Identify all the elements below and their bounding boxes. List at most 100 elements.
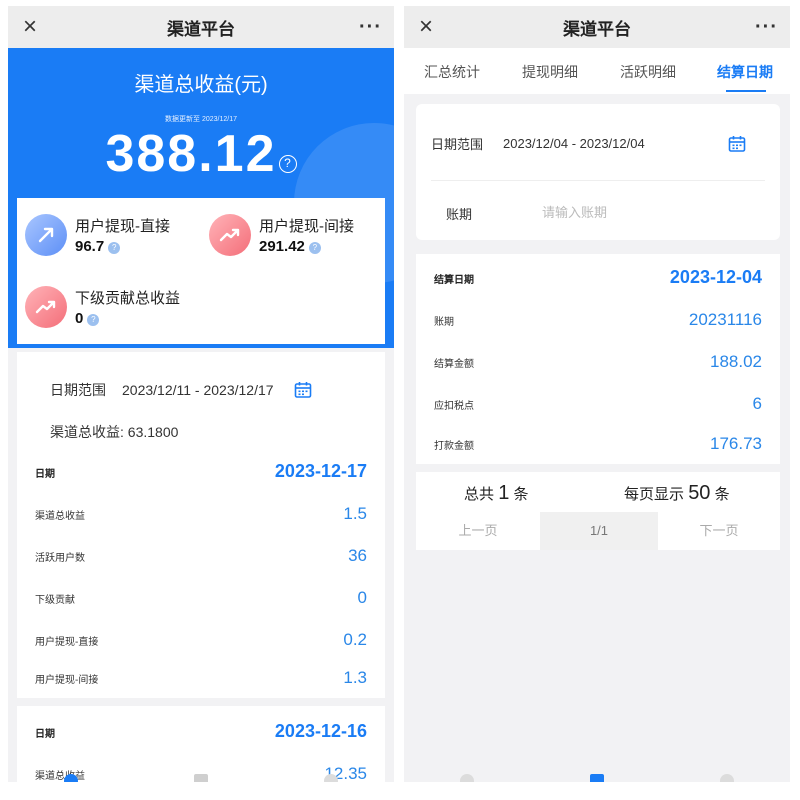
- table-row: 应扣税点 6: [416, 384, 780, 426]
- row-key: 账期: [434, 317, 454, 328]
- date-range-filter[interactable]: 日期范围 2023/12/04 - 2023/12/04: [431, 134, 645, 153]
- table-row: 日期 2023-12-17: [17, 452, 385, 494]
- help-icon[interactable]: ?: [308, 242, 321, 254]
- stat-direct-withdraw: 用户提现-直接 96.7?: [25, 214, 170, 256]
- filter-card: 日期范围 2023/12/04 - 2023/12/04 账期: [416, 104, 780, 240]
- table-row: 活跃用户数 36: [17, 536, 385, 578]
- period-label: 账期: [446, 207, 473, 222]
- table-row: 渠道总收益 1.5: [17, 494, 385, 536]
- update-note: 数据更新至 2023/12/17: [165, 116, 237, 123]
- divider: [431, 180, 765, 181]
- stats-card: 用户提现-直接 96.7? 用户提现-间接 291.42? 下级贡献总收益 0?: [17, 198, 385, 344]
- row-key: 日期: [35, 469, 55, 480]
- trend-up-icon: [209, 214, 251, 256]
- pagination: 总共 1 条 每页显示 50 条 上一页 1/1 下一页: [416, 472, 780, 550]
- stat-label: 用户提现-间接: [259, 218, 354, 235]
- row-key: 活跃用户数: [35, 553, 85, 564]
- page-title: 渠道平台: [563, 19, 631, 39]
- tab-bar: 汇总统计 提现明细 活跃明细 结算日期: [404, 48, 790, 94]
- total-earnings: 388.12?: [8, 124, 394, 184]
- table-row: 用户提现-直接 0.2: [17, 620, 385, 662]
- row-value: 0: [357, 588, 367, 607]
- table-row: 打款金额 176.73: [416, 424, 780, 466]
- row-value: 188.02: [710, 352, 762, 371]
- total-count: 总共 1 条: [464, 482, 529, 504]
- help-icon[interactable]: ?: [87, 314, 100, 326]
- row-value: 1.3: [343, 668, 367, 687]
- help-icon[interactable]: ?: [278, 155, 297, 173]
- row-value: 20231116: [688, 310, 762, 329]
- row-value: 2023-12-16: [274, 721, 367, 741]
- row-key: 用户提现-直接: [35, 637, 99, 648]
- row-key: 结算日期: [434, 275, 474, 286]
- date-range-value[interactable]: 2023/12/04 - 2023/12/04: [503, 136, 645, 151]
- stat-value: 291.42?: [259, 238, 354, 255]
- row-key: 用户提现-间接: [35, 675, 99, 686]
- total-earnings-value: 388.12: [105, 125, 277, 183]
- row-value: 2023-12-17: [274, 461, 367, 481]
- stat-sub-contribution: 下级贡献总收益 0?: [25, 286, 180, 328]
- row-key: 渠道总收益: [35, 511, 85, 522]
- row-value: 6: [752, 394, 762, 413]
- hero-title: 渠道总收益(元): [134, 74, 268, 96]
- table-row: 结算日期 2023-12-04: [416, 258, 780, 300]
- tabbar-user-icon[interactable]: [720, 774, 734, 782]
- page-title: 渠道平台: [167, 19, 235, 39]
- stat-value: 96.7?: [75, 238, 170, 255]
- more-icon[interactable]: ···: [359, 12, 382, 42]
- help-icon[interactable]: ?: [108, 242, 121, 254]
- tabbar-list-icon[interactable]: [590, 774, 604, 782]
- row-key: 结算金额: [434, 359, 474, 370]
- tab-active-detail[interactable]: 活跃明细: [620, 62, 676, 82]
- record-card-1: 日期范围 2023/12/11 - 2023/12/17 渠道总收益: 63.1…: [17, 352, 385, 698]
- row-key: 打款金额: [434, 441, 474, 452]
- prev-page-button[interactable]: 上一页: [416, 512, 540, 550]
- row-key: 日期: [35, 729, 55, 740]
- tabbar-list-icon[interactable]: [194, 774, 208, 782]
- next-page-button[interactable]: 下一页: [658, 512, 780, 550]
- table-row: 日期 2023-12-16: [17, 712, 385, 754]
- table-row: 下级贡献 0: [17, 578, 385, 620]
- period-summary: 渠道总收益: 63.1800: [50, 424, 179, 440]
- trend-up-icon: [25, 214, 67, 256]
- date-range-filter[interactable]: 日期范围 2023/12/11 - 2023/12/17: [50, 380, 312, 400]
- tab-withdraw-detail[interactable]: 提现明细: [522, 62, 578, 82]
- row-key: 下级贡献: [35, 595, 75, 606]
- row-value: 176.73: [710, 434, 762, 453]
- calendar-icon[interactable]: [728, 135, 746, 153]
- table-row: 结算金额 188.02: [416, 342, 780, 384]
- active-tab-indicator: [726, 90, 766, 92]
- close-icon[interactable]: ×: [18, 12, 42, 42]
- row-value: 2023-12-04: [669, 267, 762, 287]
- row-value: 36: [348, 546, 367, 565]
- stat-indirect-withdraw: 用户提现-间接 291.42?: [209, 214, 354, 256]
- date-range-value[interactable]: 2023/12/11 - 2023/12/17: [122, 382, 274, 398]
- stat-label: 下级贡献总收益: [75, 290, 181, 307]
- more-icon[interactable]: ···: [755, 12, 778, 42]
- tabbar-user-icon[interactable]: [324, 774, 338, 782]
- right-screen: × 渠道平台 ··· 汇总统计 提现明细 活跃明细 结算日期 日期范围 2023…: [404, 6, 790, 782]
- table-row: 账期 20231116: [416, 300, 780, 342]
- page-indicator: 1/1: [540, 512, 658, 550]
- tabbar-home-icon[interactable]: [460, 774, 474, 782]
- row-value: 1.5: [343, 504, 367, 523]
- date-range-label: 日期范围: [431, 137, 484, 152]
- row-value: 0.2: [343, 630, 367, 649]
- stat-value: 0?: [75, 310, 180, 327]
- tabbar-home-icon[interactable]: [64, 774, 78, 782]
- stat-label: 用户提现-直接: [75, 218, 170, 235]
- date-range-label: 日期范围: [50, 382, 106, 398]
- record-card-2: 日期 2023-12-16 渠道总收益 12.35: [17, 706, 385, 782]
- tab-summary[interactable]: 汇总统计: [424, 62, 480, 82]
- settlement-record: 结算日期 2023-12-04 账期 20231116 结算金额 188.02 …: [416, 254, 780, 464]
- title-bar: × 渠道平台 ···: [8, 6, 394, 48]
- per-page-count: 每页显示 50 条: [624, 482, 730, 504]
- close-icon[interactable]: ×: [414, 12, 438, 42]
- left-screen: × 渠道平台 ··· 渠道总收益(元) 数据更新至 2023/12/17 388…: [8, 6, 394, 782]
- row-key: 应扣税点: [434, 401, 474, 412]
- table-row: 用户提现-间接 1.3: [17, 658, 385, 700]
- tab-settlement-date[interactable]: 结算日期: [717, 62, 773, 82]
- period-input[interactable]: [542, 200, 742, 224]
- calendar-icon[interactable]: [294, 381, 312, 399]
- title-bar: × 渠道平台 ···: [404, 6, 790, 48]
